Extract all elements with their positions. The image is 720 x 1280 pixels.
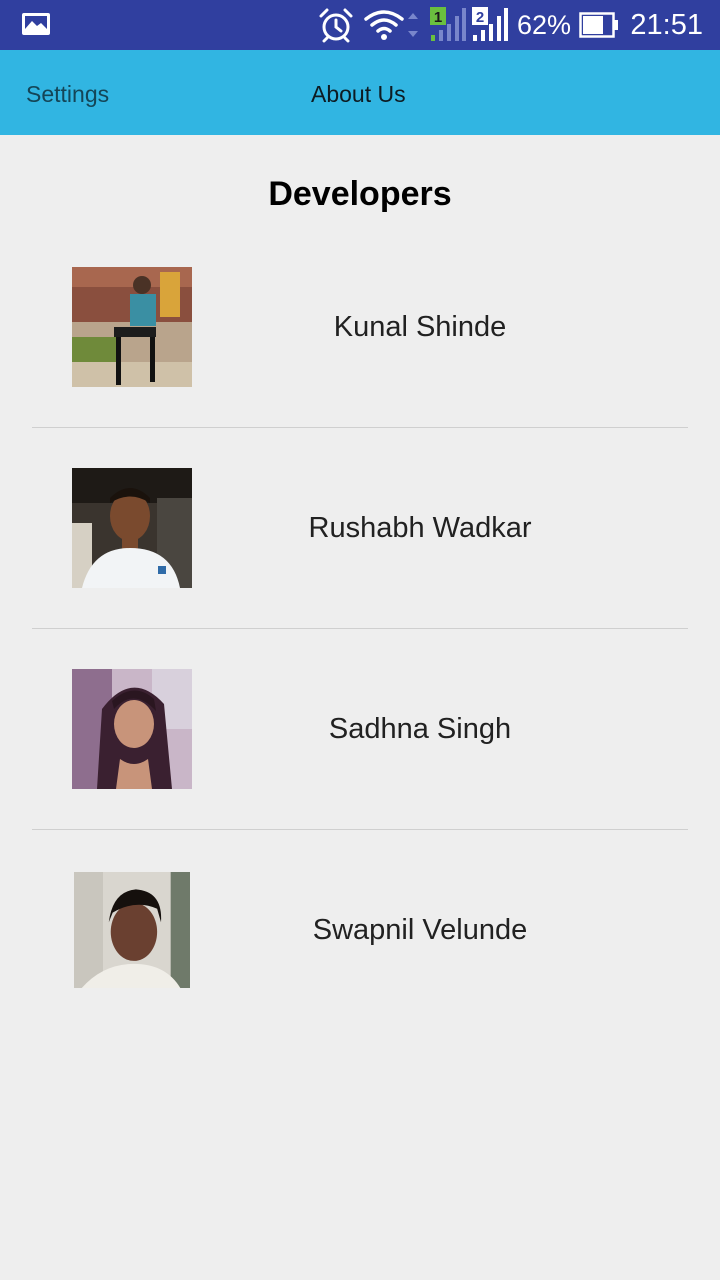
app-bar: Settings About Us — [0, 50, 720, 135]
developer-photo — [72, 267, 192, 387]
list-item-developer: Sadhna Singh — [32, 629, 688, 830]
developer-name: Sadhna Singh — [328, 713, 512, 745]
developer-photo — [72, 669, 192, 789]
list-item-developer: Kunal Shinde — [32, 227, 688, 428]
svg-text:1: 1 — [434, 9, 442, 26]
developer-name: Swapnil Velunde — [312, 914, 528, 946]
list-item-developer: Swapnil Velunde — [32, 830, 688, 1031]
sim1-signal-icon: 1 — [430, 7, 466, 41]
page-title: Developers — [268, 175, 452, 213]
wifi-icon — [364, 10, 418, 40]
status-bar: 1 2 62% 21:51 — [0, 0, 720, 50]
battery-icon — [579, 12, 618, 38]
list-item-developer: Rushabh Wadkar — [32, 428, 688, 629]
sim2-signal-icon: 2 — [472, 7, 508, 41]
tab-about-us[interactable]: About Us — [311, 50, 406, 135]
developer-name: Rushabh Wadkar — [308, 512, 532, 544]
tab-settings[interactable]: Settings — [26, 50, 109, 135]
developer-name: Kunal Shinde — [333, 311, 507, 343]
gallery-icon — [22, 13, 50, 35]
battery-percent: 62% — [517, 10, 572, 40]
clock: 21:51 — [630, 9, 703, 41]
developer-photo — [72, 468, 192, 588]
developer-photo — [74, 872, 190, 988]
svg-text:2: 2 — [476, 9, 484, 26]
alarm-icon — [319, 8, 353, 43]
